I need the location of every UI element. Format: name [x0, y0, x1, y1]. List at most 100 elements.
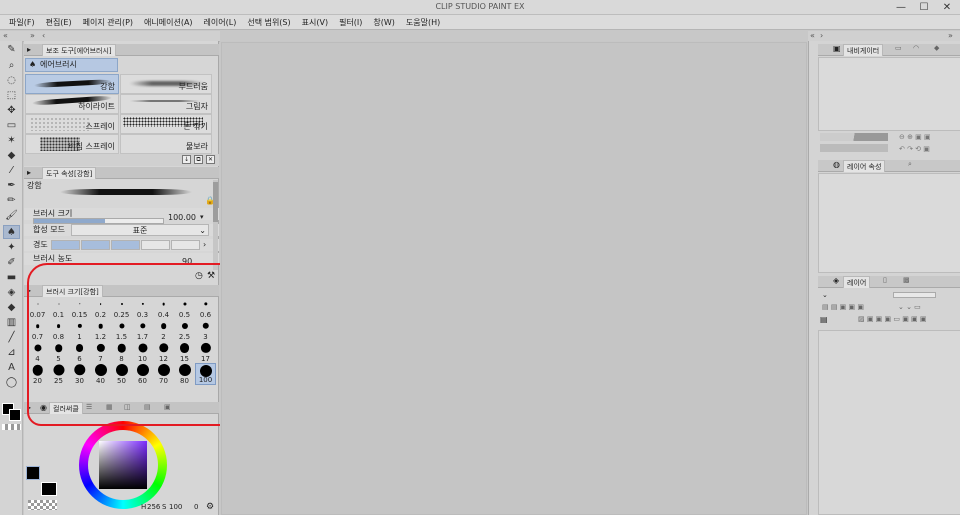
- add-sub-tool-icon[interactable]: ↓: [182, 155, 191, 164]
- auto-action-tab-icon[interactable]: ▩: [903, 276, 910, 284]
- sub-view-tab-icon[interactable]: ▭: [895, 44, 902, 52]
- tab-navigator[interactable]: 내비게이터: [843, 44, 884, 56]
- collapse-left-icon[interactable]: «: [3, 31, 8, 41]
- layer-tool-icons[interactable]: ▤ ▤ ▣ ▣ ▣: [822, 303, 864, 311]
- blend-icon[interactable]: ▬: [3, 271, 20, 285]
- menu-page[interactable]: 페이지 관리(P): [83, 17, 133, 28]
- pen-icon[interactable]: ✒: [3, 179, 20, 193]
- sub-tool-item-highlight[interactable]: 하이라이트: [25, 94, 119, 114]
- eraser-icon[interactable]: ✐: [3, 256, 20, 270]
- ruler-icon[interactable]: ⊿: [3, 346, 20, 360]
- tab-layer[interactable]: 레이어: [843, 276, 871, 288]
- layer-list[interactable]: [818, 330, 960, 515]
- layer-move-icon[interactable]: ⬚: [3, 89, 20, 103]
- hardness-step[interactable]: [141, 240, 170, 250]
- pen-tool-icon[interactable]: ✎: [3, 43, 20, 57]
- sub-tool-item-splash[interactable]: 물보라: [120, 134, 212, 154]
- transparent-color-swatch[interactable]: [2, 424, 21, 430]
- sub-tool-item-soft[interactable]: 부드러움: [120, 74, 212, 94]
- sub-tool-item-spray[interactable]: 스프레이: [25, 114, 119, 134]
- collapse-left-icon[interactable]: «: [810, 31, 815, 41]
- hardness-step[interactable]: [111, 240, 140, 250]
- sub-tool-item-transparent-spray[interactable]: 비침 스프레이: [25, 134, 119, 154]
- text-tool-icon[interactable]: A: [3, 361, 20, 375]
- line-icon[interactable]: ╱: [3, 331, 20, 345]
- animation-cel-tab-icon[interactable]: ▯: [883, 276, 887, 284]
- move-tool-icon[interactable]: ✥: [3, 104, 20, 118]
- hardness-step[interactable]: [51, 240, 80, 250]
- airbrush-icon[interactable]: ♠: [3, 225, 20, 239]
- tab-layer-property[interactable]: 레이어 속성: [843, 160, 886, 172]
- navigator-zoom-icons[interactable]: ⊖ ⊕ ▣ ▣: [899, 133, 931, 141]
- eyedropper-icon[interactable]: ⁄: [3, 164, 20, 178]
- layer-action-icons[interactable]: ▨ ▣ ▣ ▣ ▭ ▣ ▣ ▣: [858, 315, 927, 323]
- opacity-slider[interactable]: [893, 292, 936, 298]
- panel-grip-icon[interactable]: ▸: [27, 168, 31, 177]
- zoom-tool-icon[interactable]: ⌕: [3, 59, 20, 73]
- panel-grip-icon[interactable]: ▸: [27, 45, 31, 54]
- minimize-button[interactable]: —: [890, 1, 912, 14]
- hardness-selector[interactable]: [51, 240, 201, 250]
- sub-tool-item-strong[interactable]: 강함: [25, 74, 119, 94]
- sub-tool-group-airbrush[interactable]: ♠ 에어브러시: [25, 58, 118, 72]
- blend-mode-select[interactable]: 표준 ⌄: [71, 224, 209, 236]
- close-button[interactable]: ✕: [936, 1, 958, 14]
- layer-search-tab-icon[interactable]: ⌕: [908, 160, 912, 169]
- rect-select-icon[interactable]: ▭: [3, 119, 20, 133]
- sub-tool-item-tone-scrape[interactable]: 톤 깎기: [120, 114, 212, 134]
- duplicate-sub-tool-icon[interactable]: ⧉: [194, 155, 203, 164]
- brush-size-value[interactable]: 100.00: [168, 212, 196, 224]
- gradient-icon[interactable]: ◆: [3, 301, 20, 315]
- figure-icon[interactable]: ▥: [3, 316, 20, 330]
- menu-view[interactable]: 표시(V): [302, 17, 328, 28]
- menu-edit[interactable]: 편집(E): [46, 17, 72, 28]
- item-bank-tab-icon[interactable]: ◆: [934, 44, 939, 52]
- collapse-right-icon[interactable]: »: [30, 31, 35, 41]
- chevron-right-icon[interactable]: ›: [820, 31, 823, 41]
- brush-icon[interactable]: 🖌: [3, 209, 20, 223]
- zoom-slider[interactable]: [820, 133, 888, 141]
- layer-color-icons[interactable]: ⌄ ⌄ ▭: [898, 303, 921, 311]
- delete-sub-tool-icon[interactable]: ✕: [206, 155, 215, 164]
- fill-bucket-icon[interactable]: ◈: [3, 286, 20, 300]
- tool-property-scrollbar[interactable]: [213, 180, 218, 270]
- hardness-arrow-icon[interactable]: ›: [203, 239, 206, 251]
- info-tab-icon[interactable]: ◠: [913, 44, 919, 52]
- fill-tool-icon[interactable]: ◆: [3, 149, 20, 163]
- navigator-rotate-icons[interactable]: ↶ ↷ ⟲ ▣: [899, 145, 930, 153]
- navigator-tab-icon[interactable]: ▣: [833, 44, 841, 53]
- pencil-icon[interactable]: ✏: [3, 194, 20, 208]
- layer-tab-icon[interactable]: ◈: [833, 276, 839, 285]
- collapse-right-icon[interactable]: »: [948, 31, 953, 41]
- balloon-icon[interactable]: ◯: [3, 376, 20, 390]
- tab-tool-property[interactable]: 도구 속성[강함]: [42, 167, 97, 179]
- color-settings-icon[interactable]: ⚙: [206, 501, 214, 513]
- maximize-button[interactable]: ☐: [913, 1, 935, 14]
- menu-window[interactable]: 창(W): [373, 17, 395, 28]
- decoration-icon[interactable]: ✦: [3, 241, 20, 255]
- saturation-value-square[interactable]: [99, 441, 147, 489]
- color-main-swatch[interactable]: [26, 466, 40, 480]
- blend-mode-dropdown[interactable]: ⌄: [822, 291, 828, 299]
- hardness-step[interactable]: [81, 240, 110, 250]
- chevron-left-icon[interactable]: ‹: [42, 31, 45, 41]
- menu-filter[interactable]: 필터(I): [339, 17, 362, 28]
- menu-help[interactable]: 도움말(H): [406, 17, 440, 28]
- sub-color-swatch[interactable]: [9, 409, 21, 421]
- drawing-canvas[interactable]: [221, 42, 807, 515]
- hue-ring[interactable]: [79, 421, 167, 509]
- layer-menu-icon[interactable]: ▤: [820, 315, 828, 324]
- menu-file[interactable]: 파일(F): [9, 17, 35, 28]
- hardness-step[interactable]: [171, 240, 200, 250]
- menu-selection[interactable]: 선택 범위(S): [247, 17, 290, 28]
- sub-tool-item-shadow[interactable]: 그림자: [120, 94, 212, 114]
- tab-sub-tool[interactable]: 보조 도구[에어브러시]: [42, 44, 116, 56]
- layer-property-tab-icon[interactable]: ◍: [833, 160, 840, 169]
- color-sub-swatch[interactable]: [41, 482, 57, 496]
- magic-wand-icon[interactable]: ✶: [3, 134, 20, 148]
- menu-animation[interactable]: 애니메이션(A): [144, 17, 193, 28]
- menu-layer[interactable]: 레이어(L): [204, 17, 237, 28]
- rotate-slider[interactable]: [820, 144, 888, 152]
- brush-size-dropdown-icon[interactable]: ▾: [200, 211, 204, 223]
- lasso-tool-icon[interactable]: ◌: [3, 74, 20, 88]
